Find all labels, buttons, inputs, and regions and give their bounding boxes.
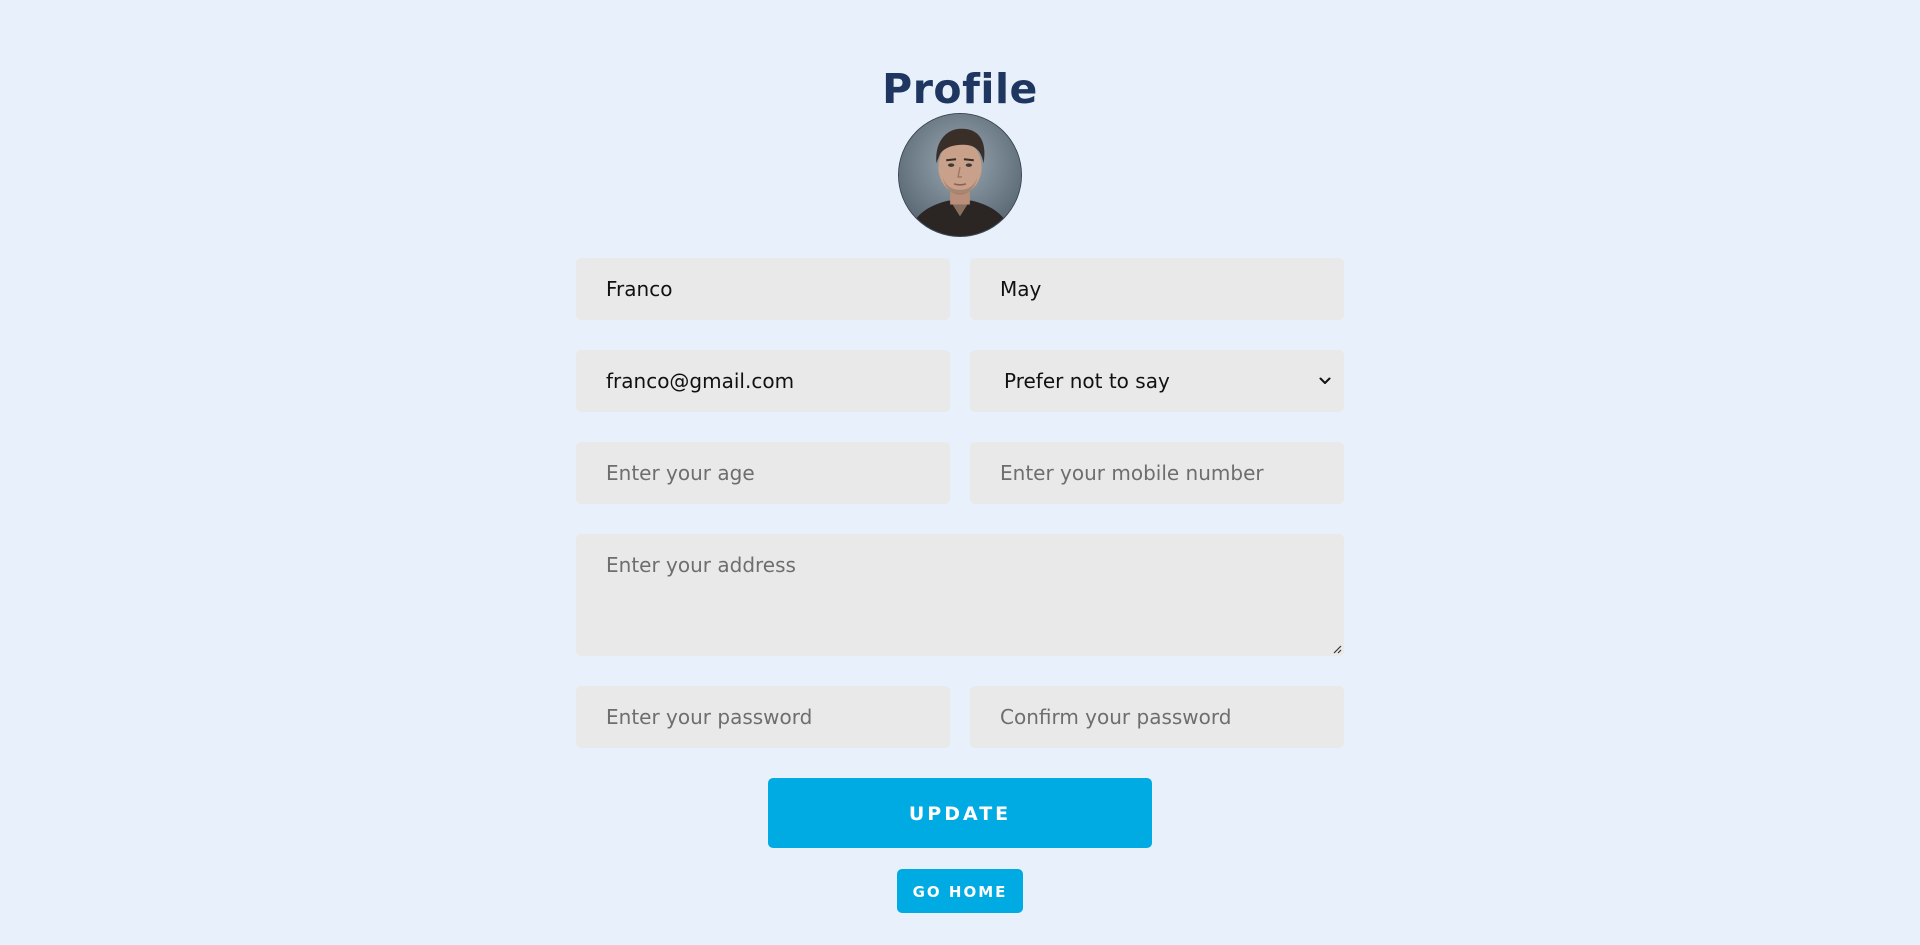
mobile-number-input[interactable] bbox=[970, 442, 1344, 504]
avatar-photo-icon bbox=[899, 114, 1021, 236]
update-button[interactable]: UPDATE bbox=[768, 778, 1152, 848]
gender-select-value: Prefer not to say bbox=[1004, 369, 1170, 393]
password-input[interactable] bbox=[576, 686, 950, 748]
page-title: Profile bbox=[882, 65, 1038, 114]
chevron-down-icon bbox=[1318, 350, 1332, 412]
resize-grip-icon[interactable] bbox=[1332, 644, 1342, 654]
last-name-input[interactable] bbox=[970, 258, 1344, 320]
age-input[interactable] bbox=[576, 442, 950, 504]
first-name-input[interactable] bbox=[576, 258, 950, 320]
avatar bbox=[898, 113, 1022, 237]
address-textarea[interactable] bbox=[576, 534, 1344, 656]
confirm-password-input[interactable] bbox=[970, 686, 1344, 748]
gender-select[interactable]: Prefer not to say bbox=[970, 350, 1344, 412]
profile-page: Profile Franco May franco@gmail.com Pref… bbox=[0, 0, 1920, 945]
email-input[interactable] bbox=[576, 350, 950, 412]
go-home-button[interactable]: GO HOME bbox=[897, 869, 1023, 913]
